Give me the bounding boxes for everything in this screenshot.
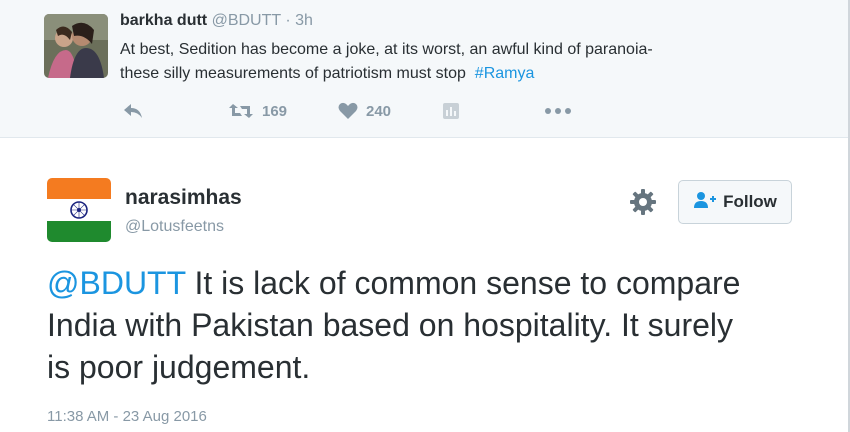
author-name[interactable]: barkha dutt <box>120 12 207 29</box>
retweet-button[interactable]: 169 <box>228 98 287 124</box>
like-button[interactable]: 240 <box>338 98 391 124</box>
gear-icon[interactable] <box>628 187 658 217</box>
reply-icon <box>122 102 144 120</box>
retweet-count: 169 <box>262 102 288 120</box>
avatar[interactable] <box>44 14 108 78</box>
add-user-icon <box>693 191 717 214</box>
analytics-icon <box>442 102 460 120</box>
parent-tweet-text: At best, Sedition has become a joke, at … <box>120 38 820 86</box>
author-handle[interactable]: @BDUTT <box>212 12 281 29</box>
author-name[interactable]: narasimhas <box>125 186 242 210</box>
tweet-text-line: these silly measurements of patriotism m… <box>120 62 820 86</box>
tweet-actions: 169 240 <box>120 98 600 124</box>
tweet-text: @BDUTT It is lack of common sense to com… <box>47 262 747 388</box>
avatar[interactable] <box>47 178 111 242</box>
author-handle[interactable]: @Lotusfeetns <box>125 218 224 236</box>
tweet-timestamp[interactable]: 11:38 AM - 23 Aug 2016 <box>47 408 207 425</box>
more-dots-icon <box>544 107 572 115</box>
hashtag-link[interactable]: #Ramya <box>475 65 535 82</box>
tweet-text-line: At best, Sedition has become a joke, at … <box>120 41 653 58</box>
mention-link[interactable]: @BDUTT <box>47 265 186 301</box>
follow-button-label: Follow <box>723 192 777 211</box>
quoted-parent-tweet: barkha dutt @BDUTT · 3h At best, Seditio… <box>0 0 850 138</box>
tweet-text-segment: these silly measurements of patriotism m… <box>120 65 466 82</box>
follow-button[interactable]: Follow <box>678 180 792 224</box>
like-count: 240 <box>366 102 392 120</box>
more-button[interactable] <box>544 98 572 124</box>
analytics-button[interactable] <box>442 98 460 124</box>
reply-button[interactable] <box>122 98 144 124</box>
tweet-time[interactable]: 3h <box>295 12 313 29</box>
separator-dot: · <box>285 12 291 29</box>
heart-icon <box>338 102 358 120</box>
parent-tweet-header: barkha dutt @BDUTT · 3h <box>120 12 313 30</box>
retweet-icon <box>228 102 254 120</box>
